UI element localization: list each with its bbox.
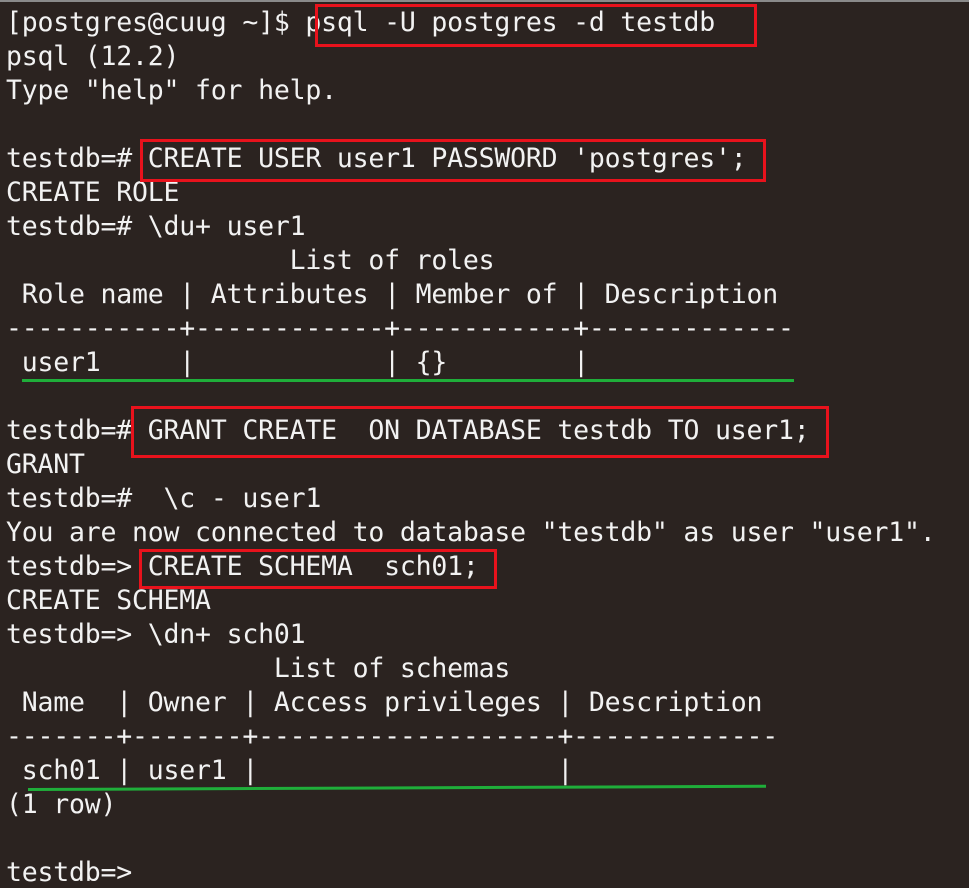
- command-text: \c - user1: [147, 483, 322, 514]
- table-title: List of roles: [6, 244, 495, 278]
- terminal-line: testdb=# \du+ user1: [6, 210, 306, 244]
- command-text: \du+ user1: [147, 211, 306, 242]
- psql-prompt: testdb=>: [6, 619, 148, 650]
- output-text: psql (12.2): [6, 41, 180, 72]
- highlight-box: [131, 406, 829, 458]
- terminal-window[interactable]: [postgres@cuug ~]$ psql -U postgres -d t…: [0, 0, 969, 888]
- output-text: You are now connected to database "testd…: [6, 517, 936, 548]
- table-separator-text: -----------+------------+-----------+---…: [6, 313, 794, 344]
- command-text: \dn+ sch01: [147, 619, 306, 650]
- table-header-text: Role name | Attributes | Member of | Des…: [6, 279, 778, 310]
- psql-prompt: testdb=#: [6, 211, 148, 242]
- terminal-line: testdb=# \c - user1: [6, 482, 321, 516]
- psql-prompt: testdb=#: [6, 143, 148, 174]
- terminal-line: You are now connected to database "testd…: [6, 516, 936, 550]
- table-separator: -------+-------+-------------------+----…: [6, 720, 778, 754]
- table-title-text: List of schemas: [6, 653, 511, 684]
- table-row: user1 | | {} |: [6, 346, 589, 380]
- terminal-line: GRANT: [6, 448, 85, 482]
- highlight-box: [139, 549, 497, 589]
- psql-prompt: testdb=#: [6, 483, 148, 514]
- table-title: List of schemas: [6, 652, 511, 686]
- table-separator: -----------+------------+-----------+---…: [6, 312, 794, 346]
- row-count: (1 row): [6, 788, 116, 822]
- row-count-text: (1 row): [6, 789, 117, 820]
- output-text: GRANT: [6, 449, 85, 480]
- table-header: Name | Owner | Access privileges | Descr…: [6, 686, 763, 720]
- highlight-underline: [22, 379, 794, 382]
- table-header-text: Name | Owner | Access privileges | Descr…: [6, 687, 763, 718]
- terminal-line: CREATE SCHEMA: [6, 584, 211, 618]
- table-row-text: sch01 | user1 | |: [6, 755, 574, 786]
- table-row: sch01 | user1 | |: [6, 754, 574, 788]
- terminal-line: testdb=>: [6, 856, 148, 888]
- terminal-line: psql (12.2): [6, 40, 180, 74]
- table-separator-text: -------+-------+-------------------+----…: [6, 721, 778, 752]
- table-header: Role name | Attributes | Member of | Des…: [6, 278, 778, 312]
- table-title-text: List of roles: [6, 245, 495, 276]
- output-text: CREATE SCHEMA: [6, 585, 211, 616]
- psql-prompt: testdb=#: [6, 415, 148, 446]
- psql-prompt: testdb=>: [6, 857, 148, 888]
- highlight-box: [140, 139, 766, 182]
- highlight-box: [315, 4, 757, 47]
- output-text: Type "help" for help.: [6, 75, 337, 106]
- psql-prompt: testdb=>: [6, 551, 148, 582]
- table-row-text: user1 | | {} |: [6, 347, 589, 378]
- terminal-line: testdb=> \dn+ sch01: [6, 618, 306, 652]
- terminal-line: Type "help" for help.: [6, 74, 337, 108]
- shell-prompt: [postgres@cuug ~]$: [6, 7, 306, 38]
